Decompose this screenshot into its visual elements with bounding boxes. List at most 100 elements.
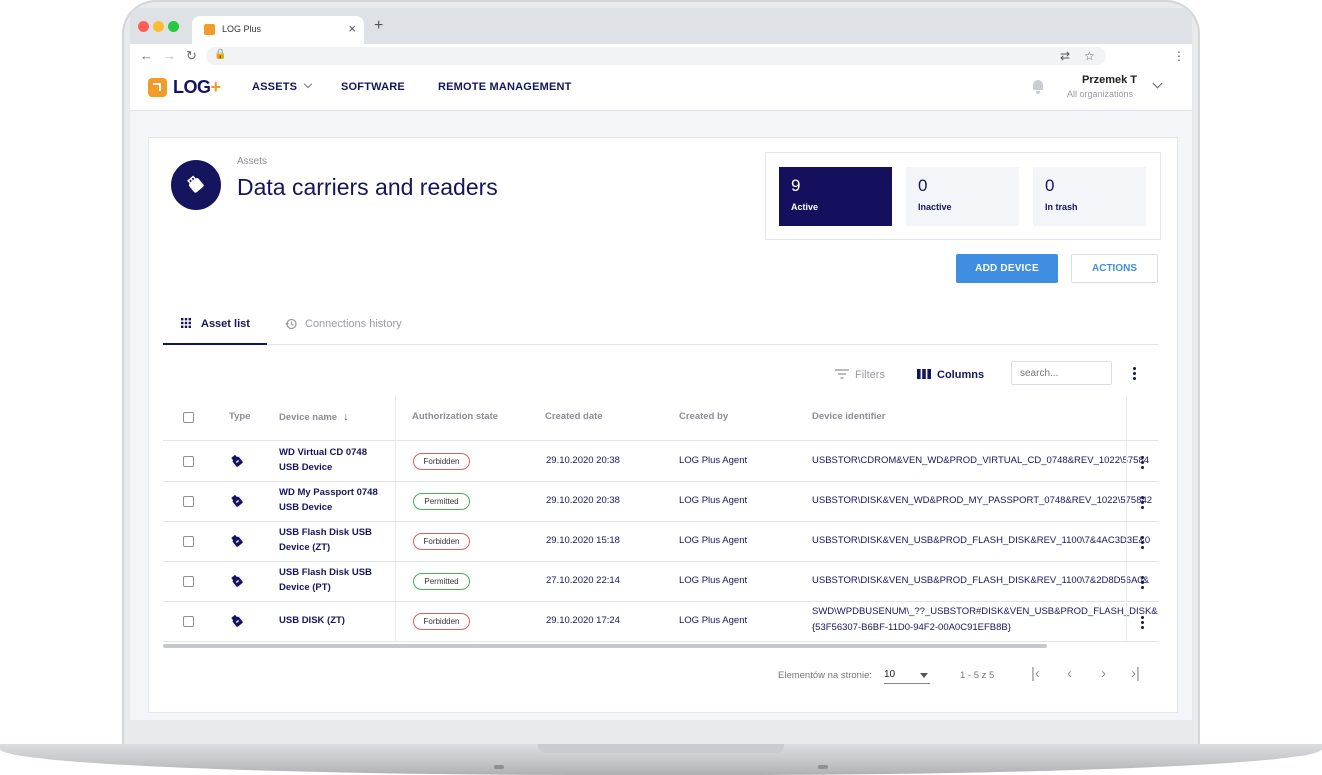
back-icon[interactable]: ← (140, 48, 153, 63)
horizontal-scrollbar[interactable] (163, 644, 1047, 648)
page-title: Data carriers and readers (237, 174, 498, 200)
minimize-window-dot[interactable] (153, 21, 164, 32)
row-menu-icon[interactable] (1141, 456, 1144, 469)
breadcrumb[interactable]: Assets (237, 156, 267, 167)
row-checkbox[interactable] (183, 616, 194, 627)
row-menu-icon[interactable] (1141, 576, 1144, 589)
row-menu-icon[interactable] (1141, 536, 1144, 549)
previous-page-icon[interactable]: ‹ (1067, 665, 1072, 682)
browser-menu-icon[interactable]: ⋮ (1173, 49, 1185, 63)
col-device-name[interactable]: Device name ↓ (279, 411, 349, 423)
row-checkbox[interactable] (183, 456, 194, 467)
column-divider (1126, 396, 1127, 642)
tab-bar: Asset list Connections history (163, 304, 1159, 345)
screen: LOG Plus × + ← → ↻ 🔒 ⇄ ☆ ⋮ LOG+ ASSETS S… (130, 8, 1192, 720)
stat-label: Active (791, 202, 819, 212)
status-badge: Permitted (413, 573, 470, 590)
stat-inactive[interactable]: 0 Inactive (906, 167, 1019, 226)
chevron-down-icon[interactable] (1152, 78, 1163, 89)
columns-button[interactable]: Columns (917, 368, 984, 381)
more-options-icon[interactable] (1133, 367, 1136, 380)
status-badge: Permitted (413, 493, 470, 510)
device-name[interactable]: USB Flash Disk USB Device (PT) (279, 565, 379, 595)
col-type[interactable]: Type (229, 411, 250, 422)
table-row[interactable]: USB Flash Disk USB Device (PT) Permitted… (163, 561, 1159, 602)
new-tab-icon[interactable]: + (374, 17, 383, 35)
nav-assets[interactable]: ASSETS (252, 79, 313, 93)
created-date: 29.10.2020 20:38 (546, 455, 620, 466)
app-header: LOG+ ASSETS SOFTWARE REMOTE MANAGEMENT P… (130, 68, 1192, 111)
col-authorization-state[interactable]: Authorization state (412, 411, 498, 422)
usb-drive-icon (231, 614, 243, 627)
close-window-dot[interactable] (138, 21, 149, 32)
actions-button[interactable]: ACTIONS (1071, 254, 1158, 283)
translate-icon[interactable]: ⇄ (1060, 49, 1070, 63)
content-card: Assets Data carriers and readers 9 Activ… (148, 137, 1178, 713)
last-page-icon[interactable]: ›| (1131, 665, 1140, 682)
device-identifier: USBSTOR\DISK&VEN_USB&PROD_FLASH_DISK&REV… (812, 575, 1150, 586)
nav-software[interactable]: SOFTWARE (341, 81, 405, 93)
browser-tab-bar: LOG Plus × + (130, 8, 1192, 44)
status-badge: Forbidden (413, 613, 470, 630)
stat-active[interactable]: 9 Active (779, 167, 892, 226)
row-checkbox[interactable] (183, 576, 194, 587)
chevron-down-icon (303, 79, 313, 89)
usb-drive-icon (171, 160, 221, 210)
created-by: LOG Plus Agent (679, 615, 748, 626)
dropdown-arrow-icon (920, 673, 928, 678)
forward-icon[interactable]: → (163, 48, 176, 63)
row-checkbox[interactable] (183, 536, 194, 547)
select-all-checkbox[interactable] (183, 412, 194, 423)
created-by: LOG Plus Agent (679, 495, 748, 506)
first-page-icon[interactable]: |‹ (1031, 665, 1040, 682)
table-row[interactable]: USB Flash Disk USB Device (ZT) Forbidden… (163, 521, 1159, 562)
bell-icon[interactable] (1032, 80, 1044, 94)
page-range: 1 - 5 z 5 (960, 670, 995, 681)
table-row[interactable]: WD Virtual CD 0748 USB Device Forbidden … (163, 441, 1159, 482)
created-date: 29.10.2020 15:18 (546, 535, 620, 546)
url-field[interactable]: 🔒 (206, 47, 1106, 65)
lock-icon: 🔒 (214, 49, 227, 60)
star-icon[interactable]: ☆ (1084, 49, 1095, 63)
col-device-identifier[interactable]: Device identifier (812, 411, 885, 422)
columns-icon (917, 369, 931, 379)
stat-in-trash[interactable]: 0 In trash (1033, 167, 1146, 226)
search-input[interactable] (1011, 361, 1112, 385)
table-row[interactable]: WD My Passport 0748 USB Device Permitted… (163, 481, 1159, 522)
maximize-window-dot[interactable] (168, 21, 179, 32)
laptop-foot (494, 765, 504, 769)
column-divider (395, 396, 396, 642)
close-tab-icon[interactable]: × (348, 21, 356, 36)
tab-asset-list[interactable]: Asset list (163, 304, 267, 345)
browser-tab[interactable]: LOG Plus × (192, 16, 364, 44)
created-date: 29.10.2020 17:24 (546, 615, 620, 626)
user-name[interactable]: Przemek T (1082, 74, 1137, 86)
device-name[interactable]: WD Virtual CD 0748 USB Device (279, 445, 379, 475)
col-created-date[interactable]: Created date (545, 411, 603, 422)
tab-label: Asset list (201, 318, 250, 330)
device-name[interactable]: USB DISK (ZT) (279, 613, 379, 628)
usb-drive-icon (231, 534, 243, 547)
table-row[interactable]: USB DISK (ZT) Forbidden 29.10.2020 17:24… (163, 601, 1159, 642)
device-identifier: USBSTOR\CDROM&VEN_WD&PROD_VIRTUAL_CD_074… (812, 455, 1150, 466)
device-name[interactable]: USB Flash Disk USB Device (ZT) (279, 525, 379, 555)
add-device-button[interactable]: ADD DEVICE (956, 254, 1058, 283)
filters-button[interactable]: Filters (835, 368, 885, 381)
device-name[interactable]: WD My Passport 0748 USB Device (279, 485, 379, 515)
asset-table: Type Device name ↓ Authorization state Cr… (163, 396, 1159, 642)
page-size-select[interactable]: 10 (884, 669, 930, 684)
reload-icon[interactable]: ↻ (186, 48, 197, 64)
stat-label: Inactive (918, 202, 952, 212)
usb-drive-icon (231, 574, 243, 587)
created-by: LOG Plus Agent (679, 535, 748, 546)
col-created-by[interactable]: Created by (679, 411, 728, 422)
row-menu-icon[interactable] (1141, 616, 1144, 629)
row-menu-icon[interactable] (1141, 496, 1144, 509)
next-page-icon[interactable]: › (1101, 665, 1106, 682)
browser-tab-title: LOG Plus (222, 24, 262, 34)
stat-value: 0 (918, 176, 928, 195)
nav-remote-management[interactable]: REMOTE MANAGEMENT (438, 81, 572, 93)
stats-panel: 9 Active 0 Inactive 0 In trash (765, 152, 1161, 240)
created-by: LOG Plus Agent (679, 575, 748, 586)
row-checkbox[interactable] (183, 496, 194, 507)
